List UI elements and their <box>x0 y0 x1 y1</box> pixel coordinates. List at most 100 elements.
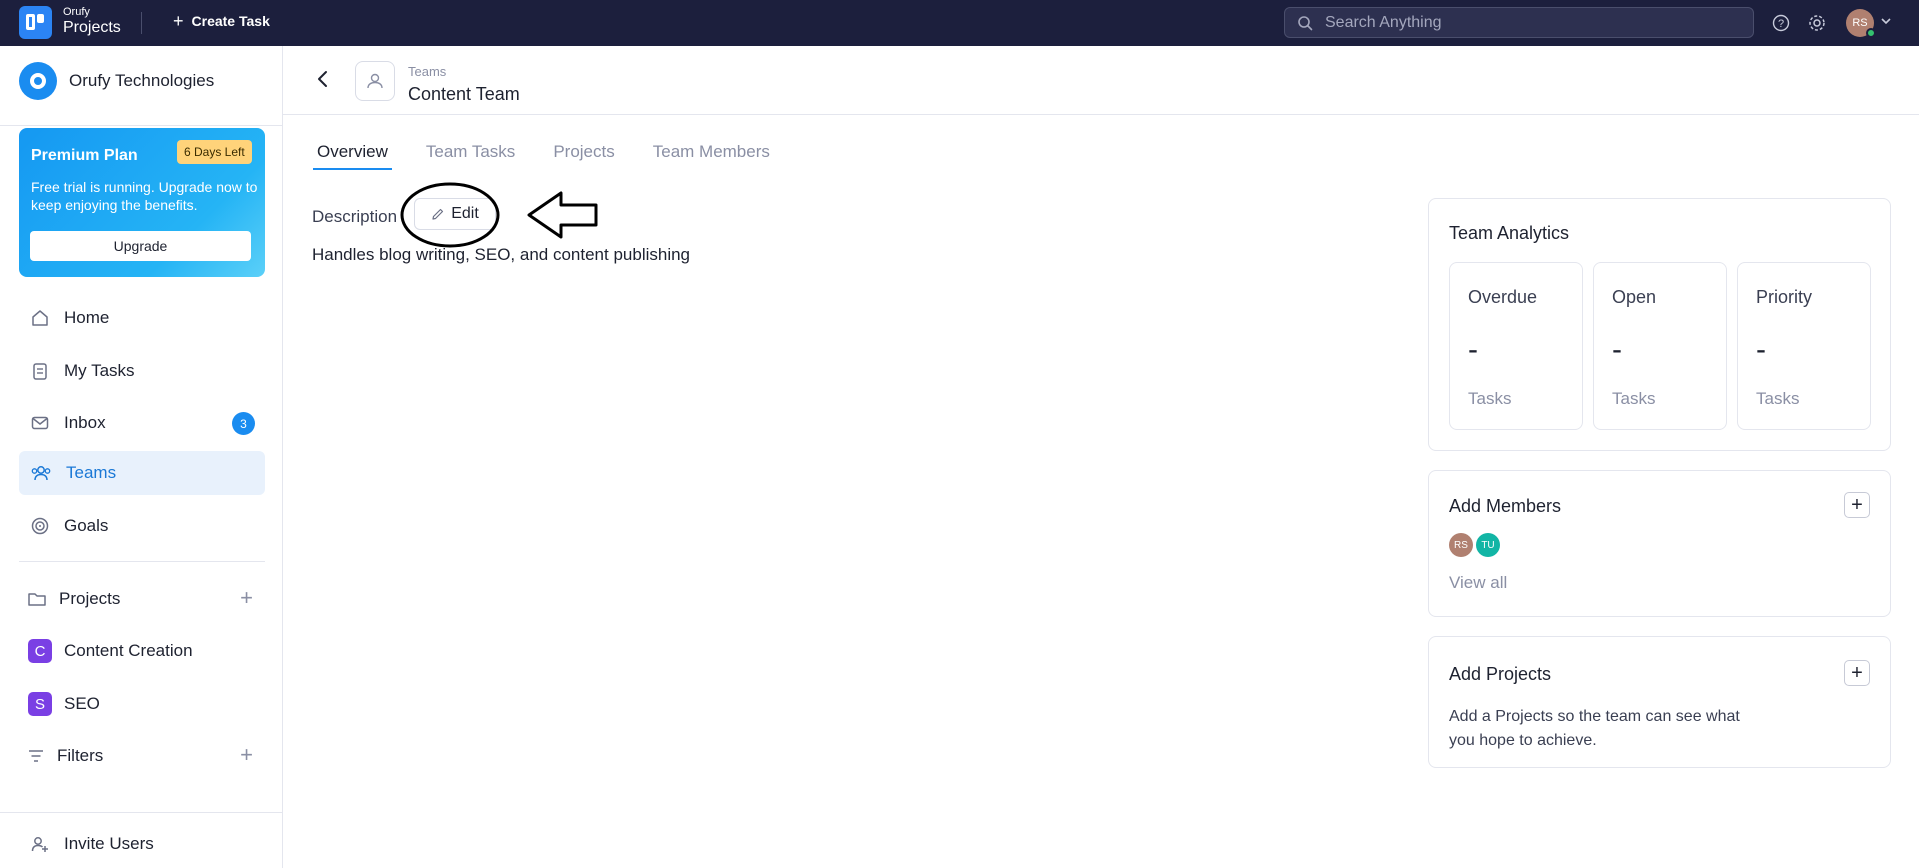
user-plus-icon <box>31 837 48 852</box>
user-avatar[interactable]: RS <box>1846 9 1876 38</box>
add-member-plus-button[interactable]: + <box>1844 492 1870 518</box>
tab-bar: Overview Team Tasks Projects Team Member… <box>313 140 804 170</box>
stat-priority[interactable]: Priority - Tasks <box>1737 262 1871 430</box>
divider <box>0 812 283 813</box>
team-analytics-card: Team Analytics Overdue - Tasks Open - Ta… <box>1428 198 1891 451</box>
member-avatar[interactable]: TU <box>1476 533 1500 557</box>
search-box[interactable] <box>1284 7 1754 38</box>
back-chevron-icon[interactable] <box>317 70 329 93</box>
annotation-circle-arrow <box>400 182 598 248</box>
sidebar: Orufy Technologies Premium Plan 6 Days L… <box>0 46 283 868</box>
premium-plan-card: Premium Plan 6 Days Left Free trial is r… <box>19 128 265 277</box>
stat-label: Priority <box>1756 287 1813 307</box>
breadcrumb[interactable]: Teams <box>408 64 446 79</box>
page-title: Content Team <box>408 84 520 104</box>
sidebar-project-seo[interactable]: S SEO <box>19 684 265 724</box>
stat-unit: Tasks <box>1756 389 1800 408</box>
sidebar-item-goals[interactable]: Goals <box>19 504 265 548</box>
sidebar-item-label: Home <box>64 308 110 327</box>
upgrade-button[interactable]: Upgrade <box>30 231 251 261</box>
divider <box>19 561 265 562</box>
project-badge: C <box>28 639 52 663</box>
card-title: Add Projects <box>1449 664 1552 684</box>
plus-icon: + <box>173 11 184 31</box>
org-logo-icon <box>19 62 57 100</box>
invite-users-label: Invite Users <box>64 834 154 853</box>
brand-small: Orufy <box>63 6 90 18</box>
tab-projects[interactable]: Projects <box>549 140 618 170</box>
online-status-dot <box>1866 28 1876 38</box>
add-projects-text: Add a Projects so the team can see what … <box>1449 708 1740 749</box>
sidebar-item-label: Inbox <box>64 413 106 432</box>
sidebar-item-label: Teams <box>66 463 117 482</box>
help-icon[interactable]: ? <box>1770 12 1792 34</box>
project-label: Content Creation <box>64 641 193 660</box>
stat-value: - <box>1756 333 1766 366</box>
card-title: Add Members <box>1449 496 1562 516</box>
sidebar-item-my-tasks[interactable]: My Tasks <box>19 349 265 393</box>
stat-label: Open <box>1612 287 1657 307</box>
plan-title: Premium Plan <box>31 147 138 164</box>
filters-section-label: Filters <box>57 746 104 765</box>
users-icon <box>31 466 51 481</box>
add-project-plus-icon[interactable]: + <box>240 587 253 609</box>
sidebar-project-content-creation[interactable]: C Content Creation <box>19 631 265 671</box>
stat-open[interactable]: Open - Tasks <box>1593 262 1727 430</box>
home-icon <box>32 310 48 326</box>
plan-description: Free trial is running. Upgrade now to ke… <box>31 179 258 213</box>
add-project-plus-button[interactable]: + <box>1844 660 1870 686</box>
page-header: Teams Content Team <box>283 46 1919 115</box>
user-initials: RS <box>1852 17 1868 29</box>
card-title: Team Analytics <box>1449 223 1570 243</box>
sidebar-item-teams[interactable]: Teams <box>19 451 265 495</box>
description-label: Description <box>312 207 398 226</box>
invite-users-button[interactable]: Invite Users <box>19 822 265 866</box>
sidebar-item-inbox[interactable]: Inbox 3 <box>19 401 265 445</box>
brand-name[interactable]: Orufy Projects <box>63 7 121 36</box>
filter-icon <box>29 750 43 762</box>
mail-icon <box>31 416 49 430</box>
tab-team-tasks[interactable]: Team Tasks <box>422 140 519 170</box>
project-badge: S <box>28 692 52 716</box>
sidebar-item-label: Goals <box>64 516 109 535</box>
top-bar: Orufy Projects + Create Task ? RS <box>0 0 1919 46</box>
target-icon <box>31 517 49 535</box>
org-name: Orufy Technologies <box>69 71 215 90</box>
view-all-link[interactable]: View all <box>1449 573 1507 593</box>
create-task-button[interactable]: + Create Task <box>173 11 270 31</box>
org-switcher[interactable]: Orufy Technologies <box>19 62 214 100</box>
add-filter-plus-icon[interactable]: + <box>240 744 253 766</box>
description-text: Handles blog writing, SEO, and content p… <box>312 245 691 264</box>
clipboard-icon <box>33 363 47 380</box>
stat-label: Overdue <box>1468 287 1538 307</box>
folder-icon <box>28 593 46 606</box>
search-input[interactable] <box>1325 13 1725 32</box>
create-task-label: Create Task <box>191 13 270 29</box>
team-avatar-icon <box>355 61 395 101</box>
tab-team-members[interactable]: Team Members <box>649 140 774 170</box>
member-avatar[interactable]: RS <box>1449 533 1473 557</box>
brand-big: Projects <box>63 19 121 36</box>
divider <box>0 125 283 126</box>
stat-overdue[interactable]: Overdue - Tasks <box>1449 262 1583 430</box>
topbar-divider <box>141 12 142 34</box>
orufy-logo-icon[interactable] <box>19 6 52 39</box>
inbox-count-badge: 3 <box>232 412 255 435</box>
search-icon <box>1298 15 1313 30</box>
projects-section-label: Projects <box>59 589 121 608</box>
svg-text:?: ? <box>1778 18 1784 30</box>
sidebar-item-home[interactable]: Home <box>19 296 265 340</box>
stat-unit: Tasks <box>1468 389 1512 408</box>
add-projects-card: Add Projects + Add a Projects so the tea… <box>1428 636 1891 768</box>
tab-overview[interactable]: Overview <box>313 140 392 170</box>
stat-value: - <box>1468 333 1478 366</box>
sidebar-section-projects[interactable]: Projects + <box>19 581 265 617</box>
sidebar-item-label: My Tasks <box>64 361 135 380</box>
chevron-down-icon[interactable] <box>1880 14 1892 32</box>
settings-gear-icon[interactable] <box>1806 12 1828 34</box>
stat-unit: Tasks <box>1612 389 1656 408</box>
add-members-card: Add Members + RS TU View all <box>1428 470 1891 617</box>
trial-days-badge: 6 Days Left <box>177 140 252 164</box>
stat-value: - <box>1612 333 1622 366</box>
sidebar-section-filters[interactable]: Filters + <box>19 738 265 774</box>
